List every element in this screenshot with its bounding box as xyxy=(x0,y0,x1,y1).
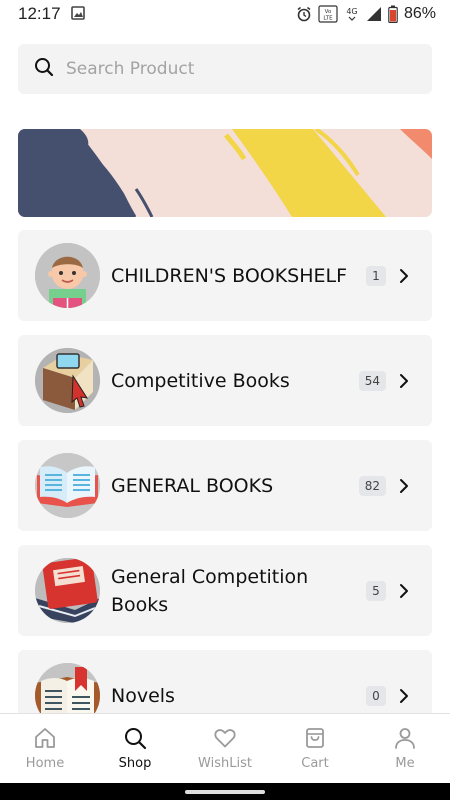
chevron-right-icon xyxy=(400,478,408,493)
promo-banner[interactable] xyxy=(18,129,432,217)
system-nav-bar xyxy=(0,783,450,800)
nav-wishlist-label: WishList xyxy=(198,756,252,771)
book-stack-icon xyxy=(35,558,100,623)
category-item-childrens-bookshelf[interactable]: CHILDREN'S BOOKSHELF 1 xyxy=(18,230,432,321)
category-name: Novels xyxy=(111,684,175,707)
search-icon xyxy=(125,728,147,750)
category-count-badge: 82 xyxy=(358,475,386,496)
status-bar: 12:17 Vo LTE 4G 86% xyxy=(0,0,450,28)
child-reading-icon xyxy=(35,243,100,308)
open-book-icon xyxy=(35,453,100,518)
battery-percent: 86% xyxy=(403,5,436,22)
book-cursor-icon xyxy=(35,348,100,413)
bottom-nav: Home Shop WishList Cart Me xyxy=(0,713,450,783)
chevron-right-icon xyxy=(400,373,408,388)
nav-me-label: Me xyxy=(395,756,415,771)
home-gesture-handle[interactable] xyxy=(185,790,265,794)
category-name: General Competition Books xyxy=(111,565,309,616)
nav-me[interactable]: Me xyxy=(360,714,450,783)
search-icon xyxy=(34,57,54,81)
search-bar[interactable] xyxy=(18,44,432,94)
user-icon xyxy=(395,728,415,749)
category-count-badge: 1 xyxy=(366,265,386,286)
category-item-competitive-books[interactable]: Competitive Books 54 xyxy=(18,335,432,426)
home-icon xyxy=(35,728,55,748)
network-4g-icon: 4G xyxy=(344,5,360,23)
chevron-right-icon xyxy=(400,268,408,283)
signal-icon xyxy=(366,6,382,22)
alarm-icon xyxy=(296,6,312,22)
category-list: CHILDREN'S BOOKSHELF 1 Competitive Books… xyxy=(18,230,432,755)
nav-home-label: Home xyxy=(25,756,65,771)
banner-artwork xyxy=(18,129,432,217)
svg-text:4G: 4G xyxy=(346,7,357,16)
nav-shop-label: Shop xyxy=(118,756,152,771)
nav-home[interactable]: Home xyxy=(0,714,90,783)
nav-shop[interactable]: Shop xyxy=(90,714,180,783)
image-notification-icon xyxy=(70,5,85,24)
battery-icon xyxy=(388,5,398,23)
category-count-badge: 0 xyxy=(366,685,386,706)
category-name: Competitive Books xyxy=(111,369,290,392)
category-item-general-books[interactable]: GENERAL BOOKS 82 xyxy=(18,440,432,531)
nav-cart[interactable]: Cart xyxy=(270,714,360,783)
svg-text:LTE: LTE xyxy=(323,16,333,22)
chevron-right-icon xyxy=(400,583,408,598)
nav-cart-label: Cart xyxy=(301,756,329,771)
status-time: 12:17 xyxy=(18,4,61,23)
category-item-general-competition-books[interactable]: General Competition Books 5 xyxy=(18,545,432,636)
category-name: GENERAL BOOKS xyxy=(111,474,274,497)
category-name: CHILDREN'S BOOKSHELF xyxy=(111,264,348,287)
chevron-right-icon xyxy=(400,688,408,703)
nav-wishlist[interactable]: WishList xyxy=(180,714,270,783)
volte-icon: Vo LTE xyxy=(318,5,338,23)
search-input[interactable] xyxy=(66,59,386,79)
svg-text:Vo: Vo xyxy=(325,9,332,15)
category-count-badge: 54 xyxy=(358,370,386,391)
heart-icon xyxy=(214,729,236,748)
bag-icon xyxy=(306,728,324,748)
category-count-badge: 5 xyxy=(366,580,386,601)
